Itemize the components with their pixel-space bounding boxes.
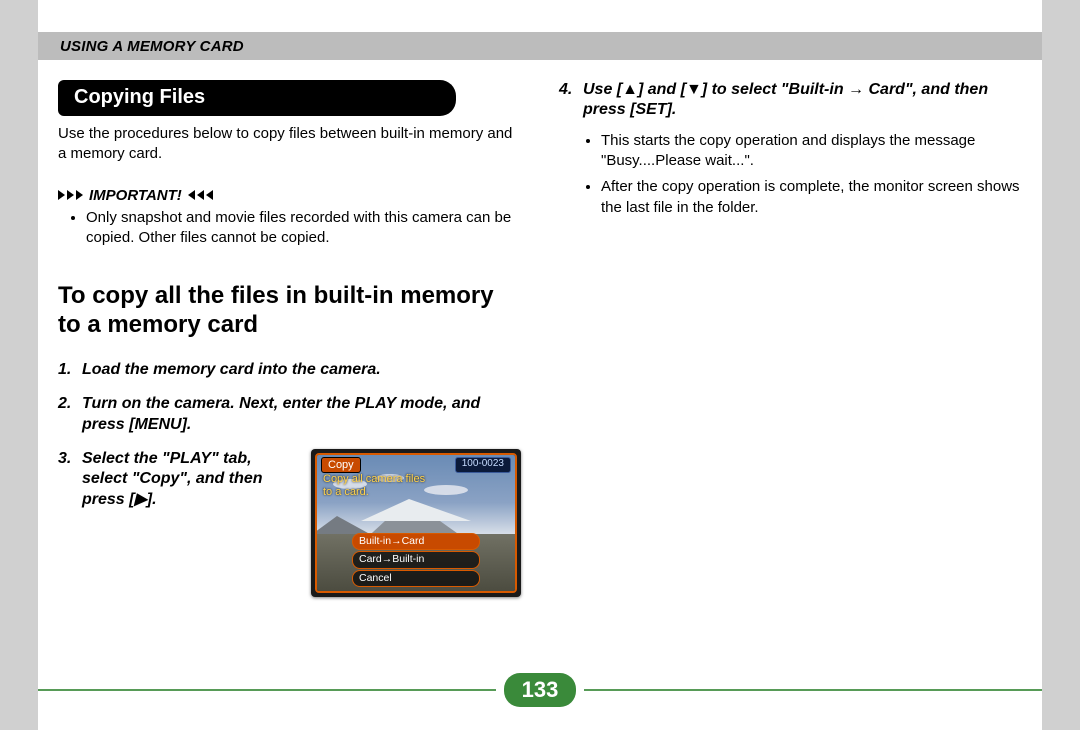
- step-1: Load the memory card into the camera.: [58, 360, 521, 380]
- cam-title-tag: Copy: [321, 457, 361, 473]
- camera-screenshot: Copy 100-0023 Copy all camera files to a…: [311, 449, 521, 597]
- step-2: Turn on the camera. Next, enter the PLAY…: [58, 394, 521, 435]
- step-3-text: Select the "PLAY" tab, select "Copy", an…: [82, 449, 299, 510]
- cam-menu: Built-in→Card Card→Built-in Cancel: [352, 532, 480, 587]
- section-header: USING A MEMORY CARD: [38, 32, 1042, 60]
- step-3: Select the "PLAY" tab, select "Copy", an…: [58, 449, 521, 597]
- important-label-text: IMPORTANT!: [89, 187, 182, 204]
- content-columns: Copying Files Use the procedures below t…: [58, 80, 1022, 660]
- step-2-text: Turn on the camera. Next, enter the PLAY…: [82, 394, 521, 435]
- cam-caption: Copy all camera files to a card.: [323, 473, 425, 498]
- important-label: IMPORTANT!: [58, 187, 521, 204]
- right-column: 4. Use [▲] and [▼] to select "Built-in →…: [559, 80, 1022, 660]
- procedure-heading: To copy all the files in built-in memory…: [58, 282, 521, 340]
- left-column: Copying Files Use the procedures below t…: [58, 80, 521, 660]
- important-bullets: Only snapshot and movie files recorded w…: [68, 208, 521, 249]
- step-4-text: Use [▲] and [▼] to select "Built-in → Ca…: [583, 80, 1022, 121]
- procedure-steps: Load the memory card into the camera. Tu…: [58, 360, 521, 597]
- step-4: 4. Use [▲] and [▼] to select "Built-in →…: [559, 80, 1022, 121]
- cam-file-id: 100-0023: [455, 457, 511, 473]
- intro-text: Use the procedures below to copy files b…: [58, 124, 521, 165]
- page-number-badge: 133: [504, 673, 577, 707]
- arrow-right-icon: [58, 190, 83, 200]
- step-4-details: This starts the copy operation and displ…: [559, 131, 1022, 218]
- page-canvas: USING A MEMORY CARD Copying Files Use th…: [0, 0, 1080, 730]
- cam-caption-line1: Copy all camera files: [323, 473, 425, 486]
- section-title-text: Copying Files: [74, 86, 205, 108]
- footer-rule-right: [584, 689, 1042, 691]
- section-title-pill: Copying Files: [58, 80, 456, 116]
- step-4-number: 4.: [559, 80, 583, 121]
- cam-menu-opt-cancel: Cancel: [352, 570, 480, 587]
- important-bullet-1: Only snapshot and movie files recorded w…: [86, 208, 521, 249]
- cam-menu-opt-card-builtin: Card→Built-in: [352, 551, 480, 568]
- step-4-bullet-1: This starts the copy operation and displ…: [601, 131, 1022, 172]
- arrow-left-icon: [188, 190, 213, 200]
- cam-menu-opt-builtin-card: Built-in→Card: [352, 533, 480, 550]
- section-header-text: USING A MEMORY CARD: [60, 38, 244, 55]
- important-block: IMPORTANT! Only snapshot and movie files…: [58, 187, 521, 249]
- step-1-text: Load the memory card into the camera.: [82, 360, 521, 380]
- step-4-bullet-2: After the copy operation is complete, th…: [601, 177, 1022, 218]
- page-footer: 133: [38, 674, 1042, 706]
- footer-rule-left: [38, 689, 496, 691]
- cam-caption-line2: to a card.: [323, 486, 425, 499]
- page-sheet: USING A MEMORY CARD Copying Files Use th…: [38, 0, 1042, 730]
